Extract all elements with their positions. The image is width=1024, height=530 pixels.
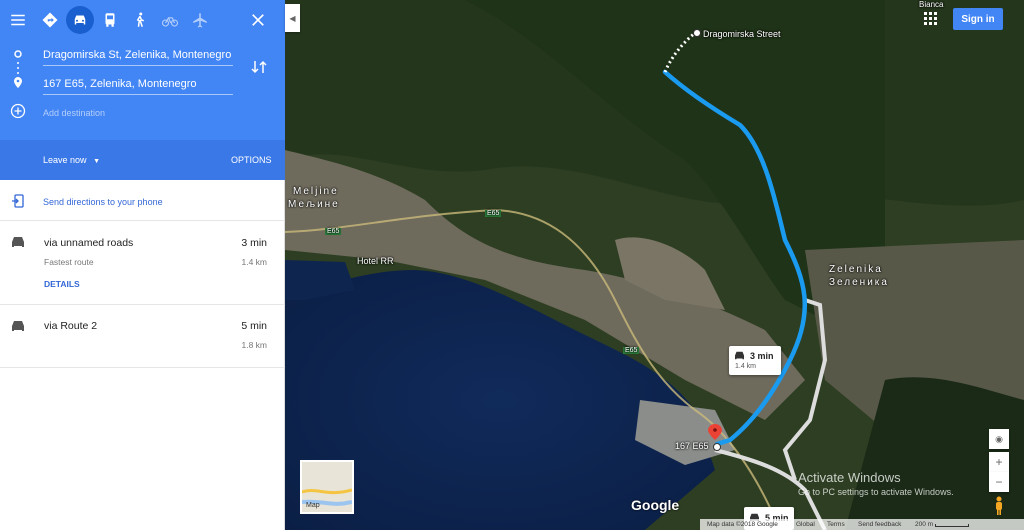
collapse-panel-button[interactable]: ◀ — [285, 4, 300, 32]
plus-icon: + — [995, 455, 1003, 469]
pegman-icon[interactable] — [993, 496, 1005, 516]
send-directions-row[interactable]: Send directions to your phone — [0, 181, 285, 221]
transit-icon[interactable] — [96, 6, 124, 34]
route-name: via Route 2 — [44, 320, 98, 332]
map-footer: Map data ©2018 Google Global Terms Send … — [700, 519, 1024, 530]
add-destination-input[interactable]: Add destination — [43, 108, 233, 122]
activate-windows-watermark: Activate Windows Go to PC settings to ac… — [798, 470, 954, 497]
route-distance: 1.8 km — [241, 340, 267, 350]
route-subtitle: Fastest route — [44, 257, 94, 267]
details-link[interactable]: DETAILS — [44, 279, 80, 289]
activate-subtitle: Go to PC settings to activate Windows. — [798, 487, 954, 497]
car-icon — [12, 237, 24, 247]
hotel-label[interactable]: Hotel RR — [357, 256, 394, 266]
origin-input[interactable]: Dragomirska St, Zelenika, Montenegro — [43, 49, 233, 66]
car-icon — [12, 321, 24, 331]
send-feedback-link[interactable]: Send feedback — [858, 521, 901, 528]
satellite-imagery — [285, 0, 1024, 530]
scale-bar — [935, 524, 969, 527]
route-dots-icon — [14, 50, 22, 88]
route-option-1[interactable]: via unnamed roads 3 min Fastest route 1.… — [0, 222, 285, 305]
route-time-bubble-1[interactable]: 3 min 1.4 km — [729, 346, 781, 375]
sign-in-button[interactable]: Sign in — [953, 8, 1003, 30]
bike-icon[interactable] — [156, 6, 184, 34]
send-to-phone-icon — [12, 194, 24, 208]
travel-mode-bar — [0, 6, 285, 34]
send-directions-link[interactable]: Send directions to your phone — [43, 197, 163, 207]
car-icon[interactable] — [66, 6, 94, 34]
car-icon — [735, 351, 744, 360]
map-data-attribution: Map data ©2018 Google — [707, 521, 778, 528]
route-option-2[interactable]: via Route 2 5 min 1.8 km — [0, 305, 285, 368]
apps-grid-icon[interactable] — [924, 12, 938, 26]
terms-link[interactable]: Terms — [827, 521, 845, 528]
bubble-distance: 1.4 km — [735, 363, 757, 370]
destination-input[interactable]: 167 E65, Zelenika, Montenegro — [43, 78, 233, 95]
zoom-in-button[interactable]: + — [989, 452, 1009, 472]
start-label: Dragomirska Street — [703, 29, 781, 39]
scale-label: 200 m — [915, 521, 934, 528]
satellite-map[interactable]: Dragomirska Street 167 E65 Meljine Мељин… — [285, 0, 1024, 530]
end-label: 167 E65 — [675, 441, 709, 451]
swap-icon[interactable] — [250, 58, 268, 76]
best-route-icon[interactable] — [36, 6, 64, 34]
route-time: 5 min — [241, 320, 267, 332]
map-layer-toggle[interactable]: Map — [300, 460, 354, 514]
google-logo: Google — [631, 497, 680, 513]
options-button[interactable]: OPTIONS — [231, 155, 272, 165]
my-location-icon: ◉ — [995, 433, 1003, 444]
leave-now-label: Leave now — [43, 155, 87, 165]
zoom-out-button[interactable]: − — [989, 472, 1009, 492]
flight-icon[interactable] — [186, 6, 214, 34]
chevron-down-icon: ▼ — [93, 158, 100, 165]
meljine-cyrillic-label: Мељине — [288, 199, 340, 210]
leave-now-dropdown[interactable]: Leave now ▼ — [43, 155, 100, 165]
global-link[interactable]: Global — [796, 521, 815, 528]
activate-title: Activate Windows — [798, 470, 901, 485]
walk-icon[interactable] — [126, 6, 154, 34]
route-shield-e65: E65 — [485, 210, 502, 217]
route-shield-e65: E65 — [623, 347, 640, 354]
bianca-label: Bianca — [919, 0, 944, 9]
minus-icon: − — [995, 475, 1003, 489]
route-name: via unnamed roads — [44, 237, 134, 249]
route-time: 3 min — [241, 237, 267, 249]
location-button[interactable]: ◉ — [989, 429, 1009, 449]
start-marker[interactable] — [693, 29, 701, 37]
directions-panel: Dragomirska St, Zelenika, Montenegro 167… — [0, 0, 285, 530]
route-distance: 1.4 km — [241, 257, 267, 267]
end-marker[interactable] — [713, 443, 721, 451]
bubble-time: 3 min — [750, 351, 774, 361]
menu-icon[interactable] — [4, 6, 32, 34]
chevron-left-icon: ◀ — [289, 13, 296, 23]
zelenika-cyrillic-label: Зеленика — [829, 277, 889, 288]
map-layer-label: Map — [306, 502, 320, 509]
add-destination-icon[interactable] — [10, 103, 26, 119]
zelenika-label: Zelenika — [829, 264, 883, 275]
close-icon[interactable] — [244, 6, 272, 34]
meljine-label: Meljine — [293, 186, 339, 197]
route-shield-e65: E65 — [325, 228, 342, 235]
